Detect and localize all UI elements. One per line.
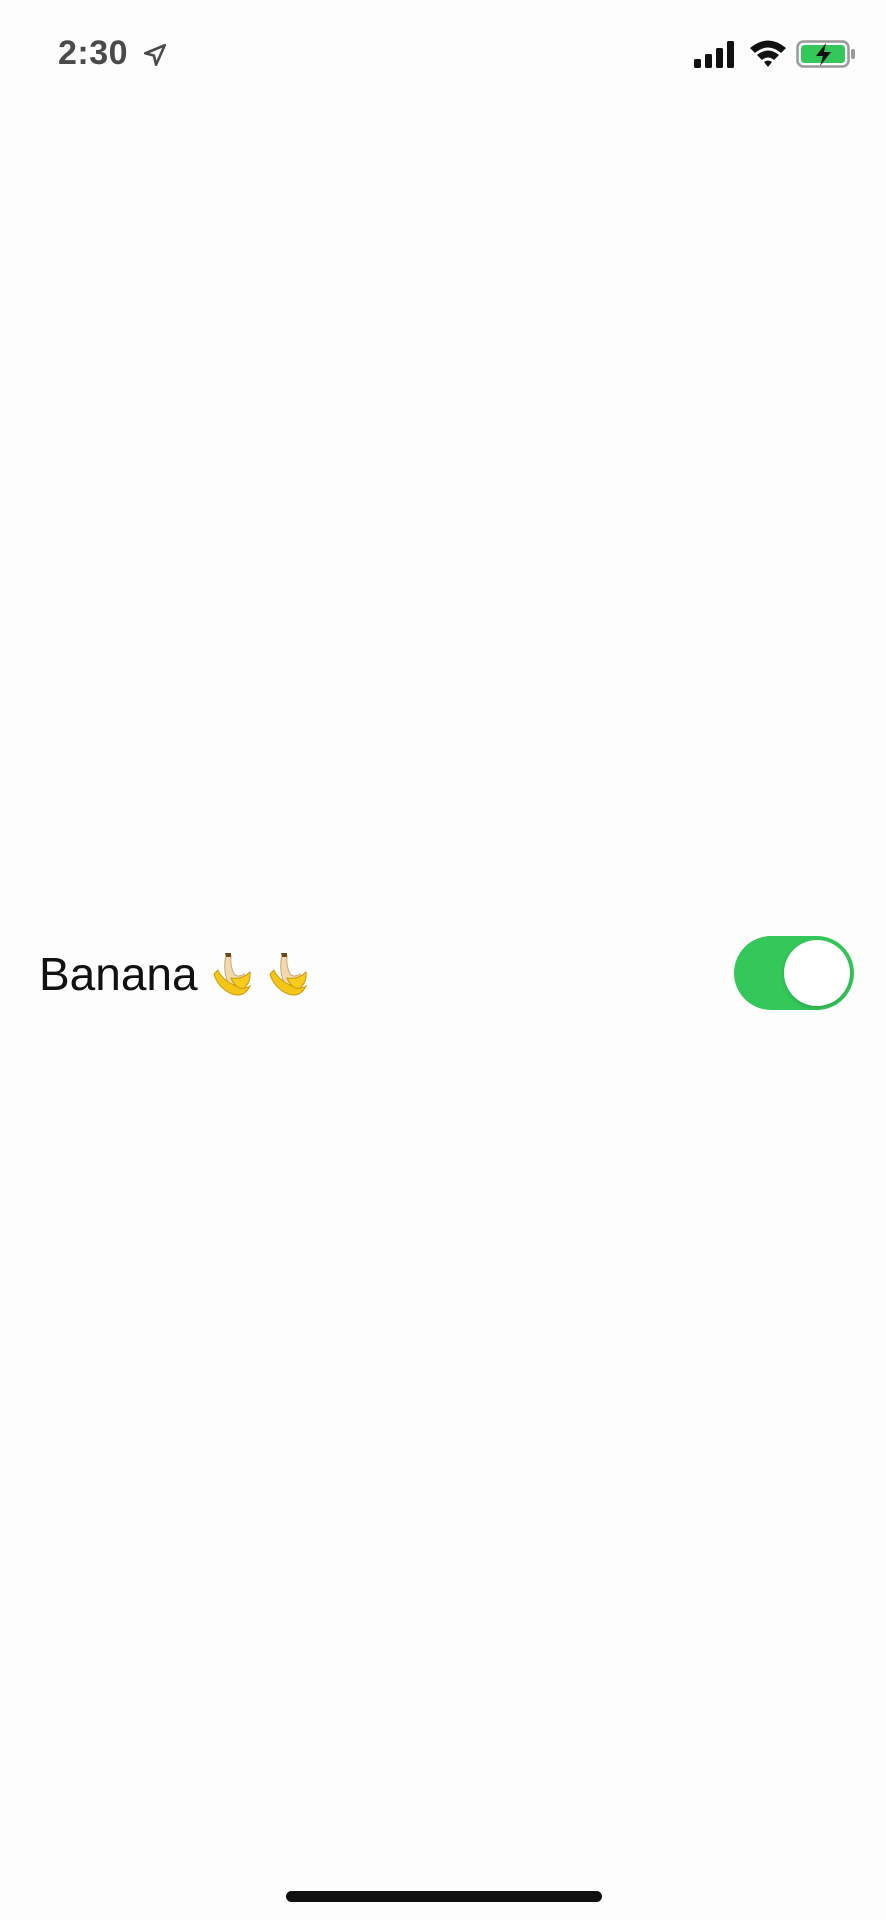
setting-label-text: Banana xyxy=(39,948,198,1000)
battery-charging-icon xyxy=(796,40,855,68)
toggle-knob xyxy=(784,940,850,1006)
banana-icon xyxy=(269,953,307,996)
banana-toggle[interactable] xyxy=(734,936,854,1010)
status-time: 2:30 xyxy=(58,34,129,72)
banana-setting-row: Banana xyxy=(0,934,886,1014)
status-bar: 2:30 xyxy=(0,0,886,110)
wifi-icon xyxy=(750,40,786,67)
setting-label: Banana xyxy=(39,948,310,1000)
cellular-signal-icon xyxy=(694,41,734,68)
screen: 2:30 Banana xyxy=(0,0,886,1920)
banana-icon xyxy=(213,953,251,996)
home-indicator[interactable] xyxy=(286,1891,602,1902)
location-arrow-icon xyxy=(143,43,167,67)
